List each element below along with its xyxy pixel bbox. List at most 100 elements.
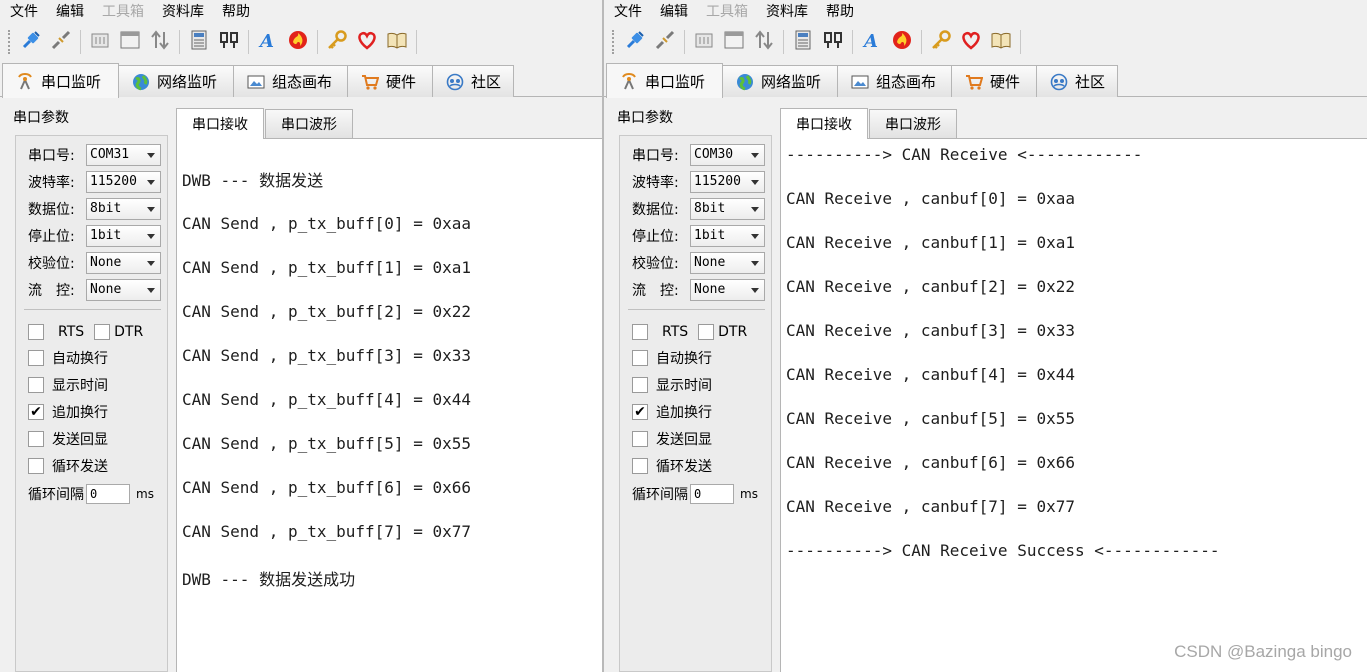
interval-input[interactable]: 0 — [690, 484, 734, 504]
setting-select-2[interactable]: 8bit — [690, 198, 765, 220]
menu-item-0[interactable]: 文件 — [10, 1, 38, 21]
tab-serial-waveform[interactable]: 串口波形 — [265, 109, 353, 138]
option-checkbox-1[interactable] — [632, 377, 648, 393]
option-label: 显示时间 — [656, 378, 712, 394]
dtr-checkbox[interactable] — [698, 324, 715, 340]
tab-label: 社区 — [1075, 73, 1106, 91]
usb-button[interactable] — [820, 29, 846, 55]
tab-canvas[interactable]: 组态画布 — [233, 65, 348, 97]
plug-button[interactable] — [18, 29, 44, 55]
heart-button[interactable] — [958, 29, 984, 55]
heart-button[interactable] — [354, 29, 380, 55]
calculator-button[interactable] — [790, 29, 816, 55]
svg-text:A: A — [862, 31, 878, 51]
usb-icon — [822, 29, 844, 55]
menu-item-3[interactable]: 资料库 — [766, 1, 808, 21]
tab-antenna[interactable]: 串口监听 — [2, 63, 119, 98]
receive-area[interactable]: ----------> CAN Receive <------------ CAN… — [780, 138, 1367, 672]
receive-line: DWB --- 数据发送成功 — [182, 570, 356, 589]
tab-globe[interactable]: 网络监听 — [722, 65, 838, 97]
option-checkbox-2[interactable]: ✔ — [632, 404, 648, 420]
menu-item-4[interactable]: 帮助 — [826, 1, 854, 21]
calculator-button[interactable] — [186, 29, 212, 55]
option-checkbox-1[interactable] — [28, 377, 44, 393]
disconnect-button[interactable] — [48, 29, 74, 55]
option-checkbox-0[interactable] — [28, 350, 44, 366]
tab-serial-waveform[interactable]: 串口波形 — [869, 109, 957, 138]
panel-button[interactable] — [87, 29, 113, 55]
setting-select-2[interactable]: 8bit — [86, 198, 161, 220]
window-button[interactable] — [117, 29, 143, 55]
tab-community[interactable]: 社区 — [1036, 65, 1118, 97]
option-checkbox-3[interactable] — [28, 431, 44, 447]
rts-checkbox[interactable] — [28, 324, 44, 340]
tab-serial-receive[interactable]: 串口接收 — [780, 108, 868, 139]
disconnect-button[interactable] — [652, 29, 678, 55]
tab-cart[interactable]: 硬件 — [347, 65, 433, 97]
menu-item-1[interactable]: 编辑 — [56, 1, 84, 21]
chevron-down-icon — [147, 180, 155, 185]
key-icon — [930, 29, 952, 55]
key-button[interactable] — [324, 29, 350, 55]
dtr-checkbox[interactable] — [94, 324, 111, 340]
toolbar: A — [0, 24, 603, 60]
panel-button[interactable] — [691, 29, 717, 55]
font-button[interactable]: A — [255, 29, 281, 55]
book-button[interactable] — [988, 29, 1014, 55]
plug-button[interactable] — [622, 29, 648, 55]
menu-item-2[interactable]: 工具箱 — [706, 1, 748, 21]
setting-select-0[interactable]: COM31 — [86, 144, 161, 166]
key-button[interactable] — [928, 29, 954, 55]
setting-value: 8bit — [90, 201, 122, 216]
setting-value: None — [694, 282, 726, 297]
menu-item-2[interactable]: 工具箱 — [102, 1, 144, 21]
font-icon: A — [861, 29, 883, 55]
menu-item-3[interactable]: 资料库 — [162, 1, 204, 21]
setting-select-4[interactable]: None — [86, 252, 161, 274]
window-button[interactable] — [721, 29, 747, 55]
book-button[interactable] — [384, 29, 410, 55]
swap-button[interactable] — [751, 29, 777, 55]
usb-button[interactable] — [216, 29, 242, 55]
toolbar-separator — [416, 30, 417, 54]
menu-item-0[interactable]: 文件 — [614, 1, 642, 21]
tab-community[interactable]: 社区 — [432, 65, 514, 97]
tab-globe[interactable]: 网络监听 — [118, 65, 234, 97]
setting-label: 数据位: — [28, 202, 75, 218]
menu-item-4[interactable]: 帮助 — [222, 1, 250, 21]
font-button[interactable]: A — [859, 29, 885, 55]
receive-area[interactable]: DWB --- 数据发送 CAN Send , p_tx_buff[0] = 0x… — [176, 138, 603, 672]
tab-serial-receive[interactable]: 串口接收 — [176, 108, 264, 139]
chevron-down-icon — [751, 234, 759, 239]
receive-line: CAN Receive , canbuf[4] = 0x44 — [786, 365, 1075, 384]
tab-antenna[interactable]: 串口监听 — [606, 63, 723, 98]
tab-canvas[interactable]: 组态画布 — [837, 65, 952, 97]
interval-input[interactable]: 0 — [86, 484, 130, 504]
flame-button[interactable] — [889, 29, 915, 55]
setting-select-4[interactable]: None — [690, 252, 765, 274]
chevron-down-icon — [147, 153, 155, 158]
setting-select-3[interactable]: 1bit — [690, 225, 765, 247]
setting-select-5[interactable]: None — [86, 279, 161, 301]
rts-checkbox[interactable] — [632, 324, 648, 340]
flame-button[interactable] — [285, 29, 311, 55]
setting-value: 115200 — [90, 174, 137, 189]
option-checkbox-2[interactable]: ✔ — [28, 404, 44, 420]
rts-dtr-row: RTS DTR — [28, 321, 143, 343]
option-checkbox-3[interactable] — [632, 431, 648, 447]
swap-button[interactable] — [147, 29, 173, 55]
option-row: 发送回显 — [28, 428, 108, 450]
tab-cart[interactable]: 硬件 — [951, 65, 1037, 97]
setting-select-1[interactable]: 115200 — [86, 171, 161, 193]
plug-icon — [20, 29, 42, 55]
option-checkbox-0[interactable] — [632, 350, 648, 366]
setting-select-5[interactable]: None — [690, 279, 765, 301]
option-row: 显示时间 — [632, 374, 712, 396]
setting-select-1[interactable]: 115200 — [690, 171, 765, 193]
setting-select-0[interactable]: COM30 — [690, 144, 765, 166]
menu-item-1[interactable]: 编辑 — [660, 1, 688, 21]
setting-select-3[interactable]: 1bit — [86, 225, 161, 247]
option-row: ✔ 追加换行 — [28, 401, 108, 423]
option-checkbox-4[interactable] — [28, 458, 44, 474]
option-checkbox-4[interactable] — [632, 458, 648, 474]
